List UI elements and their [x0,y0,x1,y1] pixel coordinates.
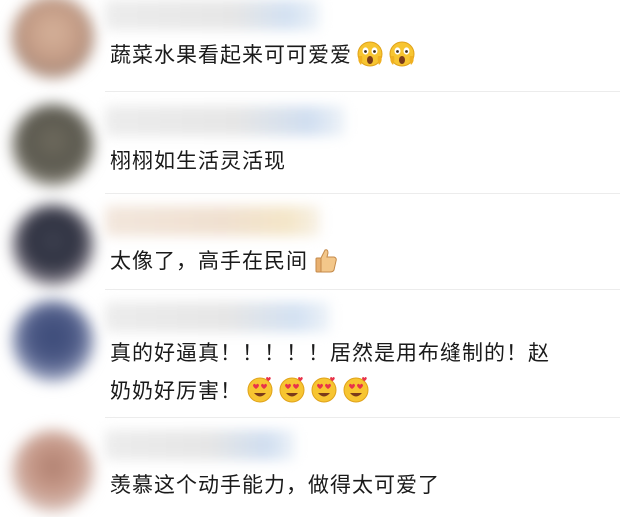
comment-text: 太像了，高手在民间 [110,242,610,280]
comment-text: 蔬菜水果看起来可可爱爱 [110,36,610,74]
user-avatar[interactable] [12,204,94,286]
comment-text-line1: 真的好逼真！！！！！居然是用布缝制的！赵 [110,341,550,365]
user-avatar[interactable] [12,430,94,512]
comment-text: 真的好逼真！！！！！居然是用布缝制的！赵 奶奶好厉害！ [110,334,610,410]
heart-eyes-emoji [342,376,370,404]
username-blurred[interactable] [105,302,330,332]
comment-item-3: 太像了，高手在民间 [0,194,620,290]
username-blurred[interactable] [105,430,295,460]
user-avatar[interactable] [12,104,94,186]
thumbs-up-emoji [312,246,340,274]
user-avatar[interactable] [12,300,94,382]
comment-text: 栩栩如生活灵活现 [110,149,286,173]
heart-eyes-emoji [310,376,338,404]
comment-item-5: 羡慕这个动手能力，做得太可爱了 [0,418,620,517]
comment-text: 羡慕这个动手能力，做得太可爱了 [110,473,440,497]
scream-emoji [388,40,416,68]
comment-text-line2: 奶奶好厉害！ [110,372,610,410]
username-blurred[interactable] [105,206,320,236]
scream-emoji [356,40,384,68]
username-blurred[interactable] [105,0,320,30]
comment-item-1: 蔬菜水果看起来可可爱爱 [0,0,620,92]
heart-eyes-emoji [278,376,306,404]
heart-eyes-emoji [246,376,274,404]
username-blurred[interactable] [105,106,345,136]
comment-item-2: 栩栩如生活灵活现 [0,92,620,194]
comment-item-4: 真的好逼真！！！！！居然是用布缝制的！赵 奶奶好厉害！ [0,290,620,418]
user-avatar[interactable] [12,0,94,78]
